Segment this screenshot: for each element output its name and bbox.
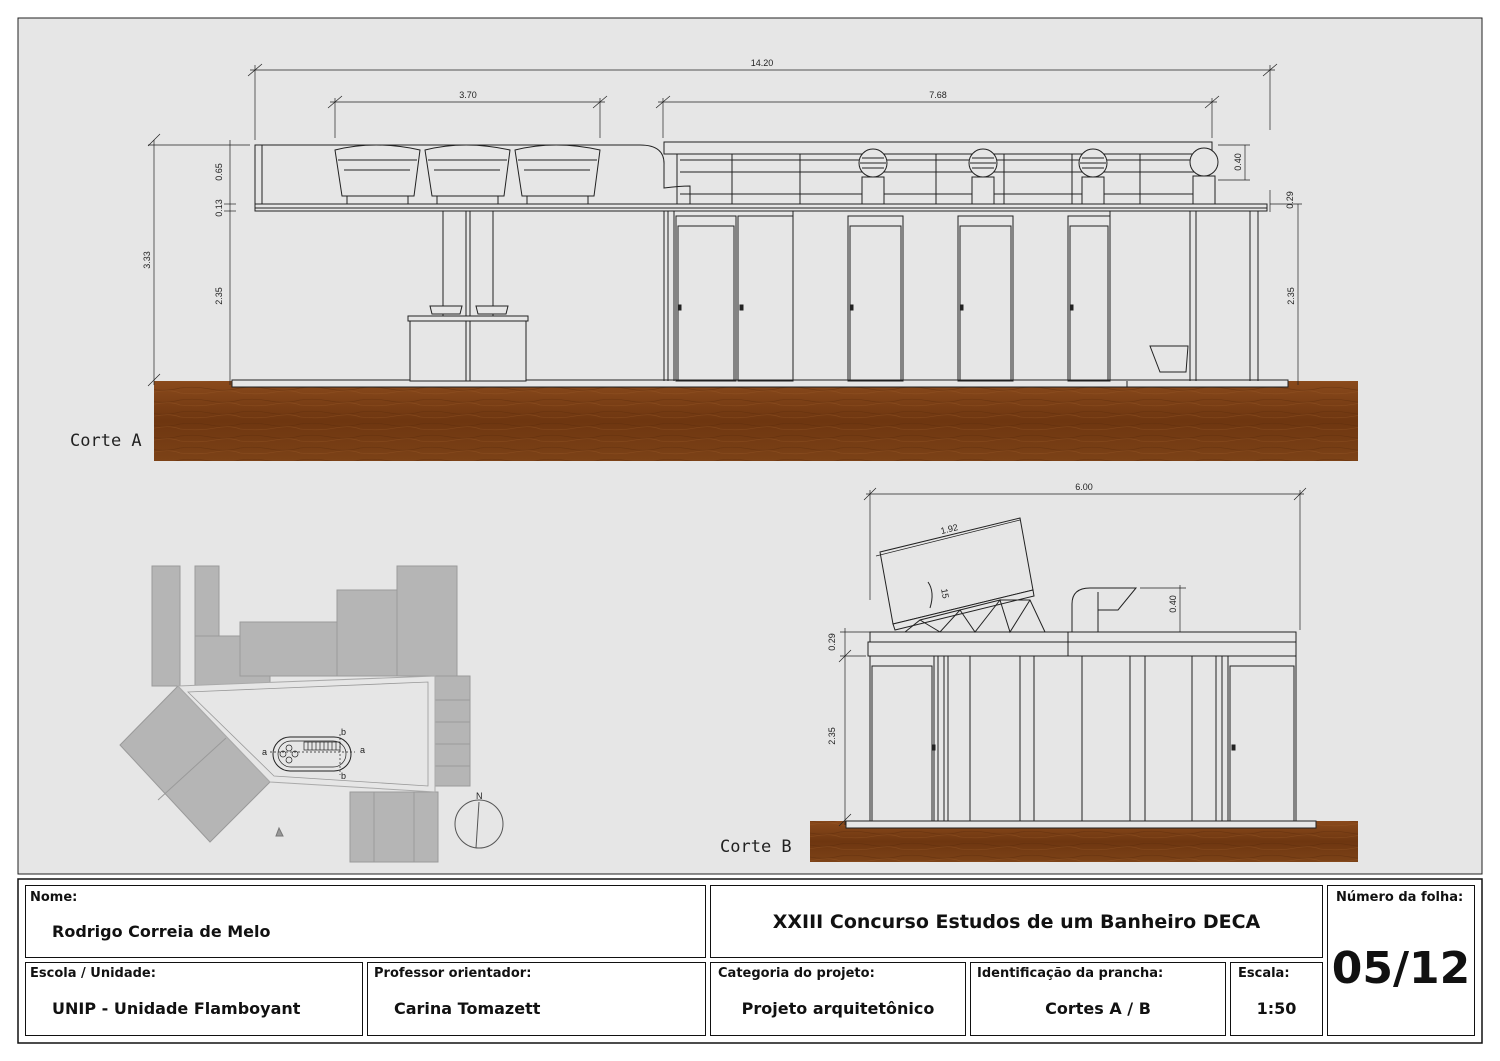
dim-a-overall: 14.20 — [751, 58, 774, 68]
contest-title: XXIII Concurso Estudos de um Banheiro DE… — [772, 911, 1261, 933]
dim-a-slab-right: 0.29 — [1285, 191, 1295, 209]
water-tanks — [334, 144, 601, 204]
dim-b-slab: 0.29 — [827, 633, 837, 651]
dim-b-height: 2.35 — [827, 727, 837, 745]
numero-value: 05/12 — [1331, 943, 1471, 994]
dim-a-height-left: 2.35 — [214, 287, 224, 305]
marker-b-bottom: b — [341, 771, 346, 781]
professor-value: Carina Tomazett — [394, 999, 541, 1018]
dim-a-height-top: 0.65 — [214, 163, 224, 181]
dim-b-angle: 15 — [939, 588, 951, 600]
dim-a-height-right: 2.35 — [1286, 287, 1296, 305]
north-label: N — [476, 791, 483, 801]
escola-value: UNIP - Unidade Flamboyant — [52, 999, 301, 1018]
categoria-value: Projeto arquitetônico — [741, 999, 935, 1018]
prancha-value: Cortes A / B — [1045, 999, 1151, 1018]
nome-label: Nome: — [30, 890, 78, 905]
escala-label: Escala: — [1238, 966, 1290, 981]
dim-b-overall: 6.00 — [1075, 482, 1093, 492]
escola-label: Escola / Unidade: — [30, 966, 156, 981]
section-a-label: Corte A — [70, 431, 142, 451]
categoria-label: Categoria do projeto: — [718, 966, 875, 981]
dim-b-vent: 0.40 — [1168, 595, 1178, 613]
marker-b-top: b — [341, 727, 346, 737]
professor-label: Professor orientador: — [374, 966, 532, 981]
dim-a-vent: 0.40 — [1233, 153, 1243, 171]
nome-value: Rodrigo Correia de Melo — [52, 922, 271, 941]
dim-a-right: 7.68 — [929, 90, 947, 100]
dim-a-height-slab: 0.13 — [214, 199, 224, 217]
prancha-label: Identificação da prancha: — [977, 966, 1164, 981]
numero-label: Número da folha: — [1336, 890, 1464, 905]
section-b-label: Corte B — [720, 837, 792, 857]
marker-a-right: a — [360, 745, 365, 755]
dim-a-height-total: 3.33 — [142, 251, 152, 269]
marker-a-left: a — [262, 747, 267, 757]
escala-value: 1:50 — [1256, 999, 1297, 1018]
dim-a-left: 3.70 — [459, 90, 477, 100]
